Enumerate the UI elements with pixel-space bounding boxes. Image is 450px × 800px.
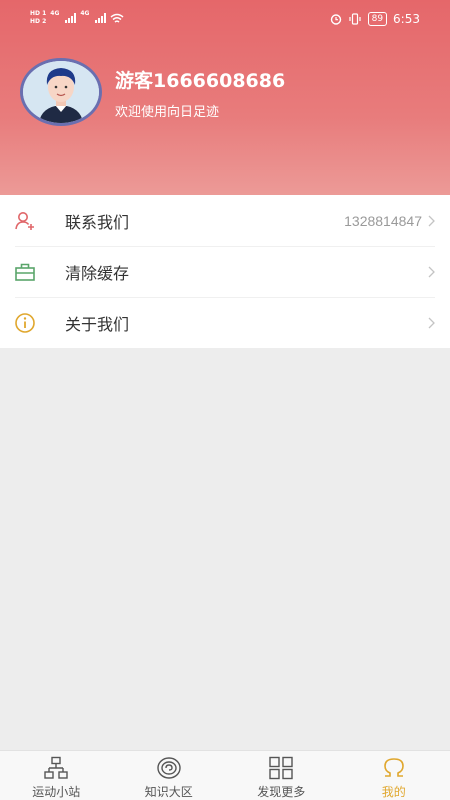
tab-label: 运动小站	[32, 785, 81, 799]
hd2-label: HD 2	[30, 18, 47, 25]
alarm-icon	[330, 14, 341, 25]
tab-label: 知识大区	[144, 785, 193, 799]
status-bar: HD 1 HD 2 4G 4G 89 6:53	[0, 0, 450, 40]
welcome-text: 欢迎使用向日足迹	[115, 105, 220, 120]
network-type-2: 4G	[80, 10, 90, 17]
menu-label-clear-cache: 清除缓存	[65, 263, 130, 283]
tab-label: 发现更多	[257, 785, 306, 799]
chevron-right-icon	[428, 215, 435, 227]
tab-label: 我的	[381, 785, 406, 799]
battery-level: 89	[367, 12, 388, 26]
network-type-1: 4G	[50, 10, 60, 17]
username: 游客1666608686	[115, 70, 286, 92]
contact-person-icon	[15, 212, 34, 230]
status-left: HD 1 HD 2 4G 4G	[30, 10, 124, 26]
vibrate-icon	[348, 13, 361, 25]
tab-discover-more[interactable]: 发现更多	[225, 751, 338, 800]
spiral-icon	[157, 757, 181, 779]
clock: 6:53	[393, 12, 420, 26]
tab-mine[interactable]: 我的	[338, 751, 450, 800]
chevron-right-icon	[428, 266, 435, 278]
status-right: 89 6:53	[330, 12, 420, 26]
avatar-boy-icon	[23, 61, 99, 123]
bottom-tab-bar: 运动小站 知识大区 发现更多 我的	[0, 750, 450, 800]
contact-value: 1328814847	[344, 212, 422, 229]
menu-label-about: 关于我们	[65, 314, 130, 334]
omega-icon	[383, 758, 404, 777]
avatar[interactable]	[20, 58, 102, 126]
wifi-icon	[111, 13, 124, 23]
network-icon	[44, 756, 68, 779]
menu-label-contact: 联系我们	[65, 212, 130, 232]
signal-1-icon	[65, 13, 77, 23]
signal-2-icon	[95, 13, 107, 23]
chevron-right-icon	[428, 317, 435, 329]
menu-item-clear-cache[interactable]: 清除缓存	[0, 246, 450, 297]
settings-menu: 联系我们 1328814847 清除缓存 关于我们	[0, 195, 450, 348]
hd1-label: HD 1	[30, 10, 47, 17]
grid-icon	[269, 756, 293, 780]
menu-item-contact[interactable]: 联系我们 1328814847	[0, 195, 450, 246]
tab-knowledge-area[interactable]: 知识大区	[113, 751, 226, 800]
toolbox-icon	[15, 263, 35, 281]
hd-indicator: HD 1 HD 2	[30, 10, 46, 26]
profile-header: HD 1 HD 2 4G 4G 89 6:53 游客1666608686 欢迎使…	[0, 0, 450, 195]
tab-sports-station[interactable]: 运动小站	[0, 751, 113, 800]
info-icon	[15, 313, 35, 333]
menu-item-about[interactable]: 关于我们	[0, 297, 450, 348]
